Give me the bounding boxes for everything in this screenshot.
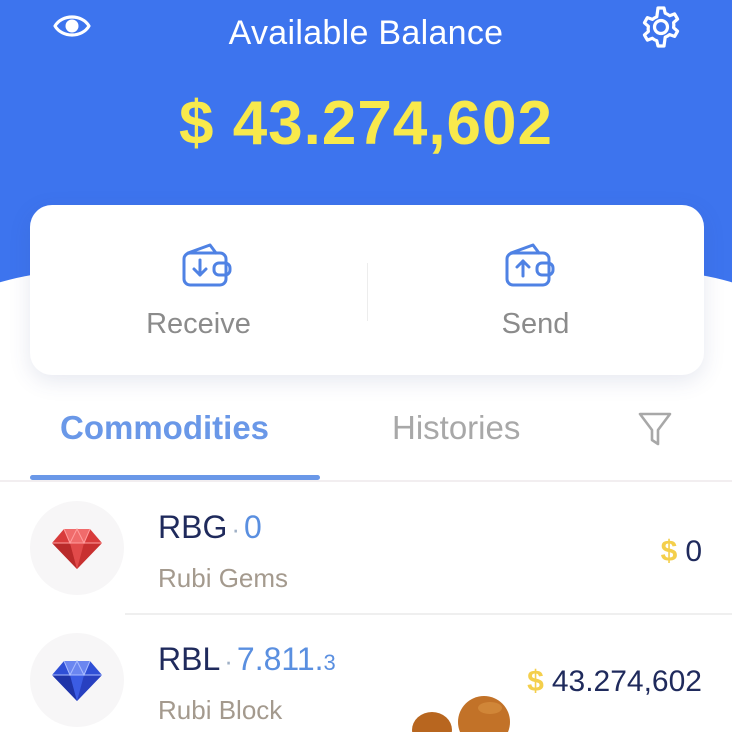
mascot-illustration xyxy=(404,696,524,732)
asset-quantity: 0 xyxy=(244,509,262,545)
asset-value: $43.274,602 xyxy=(527,665,702,699)
asset-value-amount: 0 xyxy=(685,535,702,568)
send-button[interactable]: Send xyxy=(367,205,704,375)
blue-gem-icon xyxy=(30,633,124,727)
send-label: Send xyxy=(501,308,570,340)
balance-amount: $ 43.274,602 xyxy=(178,89,553,158)
symbol-code: RBL xyxy=(158,641,221,677)
balance-title: Available Balance xyxy=(228,14,504,52)
asset-value-amount: 43.274,602 xyxy=(551,665,702,698)
wallet-send-icon xyxy=(503,241,559,289)
asset-row-rbg[interactable]: RBG · 0 Rubi Gems $0 xyxy=(0,485,732,615)
tabs-border xyxy=(0,480,732,482)
asset-quantity-decimal: 3 xyxy=(323,650,336,675)
asset-tabs: Commodities Histories xyxy=(0,395,732,482)
filter-icon[interactable] xyxy=(636,409,674,449)
asset-name: Rubi Block xyxy=(158,695,283,725)
receive-label: Receive xyxy=(146,308,251,340)
red-gem-icon xyxy=(30,501,124,595)
currency-symbol: $ xyxy=(527,665,544,698)
asset-quantity: 7.811. xyxy=(236,641,324,677)
currency-symbol: $ xyxy=(660,535,678,568)
receive-button[interactable]: Receive xyxy=(30,205,367,375)
asset-name: Rubi Gems xyxy=(158,563,289,593)
asset-symbol: RBL · 7.811.3 xyxy=(158,641,336,678)
tab-histories[interactable]: Histories xyxy=(392,409,520,447)
separator-dot: · xyxy=(231,514,241,544)
asset-value: $0 xyxy=(661,535,702,569)
tab-commodities[interactable]: Commodities xyxy=(60,409,269,447)
asset-row-rbl[interactable]: RBL · 7.811.3 Rubi Block $43.274,602 xyxy=(0,617,732,732)
asset-symbol: RBG · 0 xyxy=(158,509,262,546)
separator-dot: · xyxy=(224,646,233,676)
action-card: Receive Send xyxy=(30,205,704,375)
row-divider xyxy=(125,613,732,615)
gear-icon[interactable] xyxy=(638,4,684,50)
wallet-receive-icon xyxy=(180,241,236,289)
symbol-code: RBG xyxy=(158,509,228,545)
